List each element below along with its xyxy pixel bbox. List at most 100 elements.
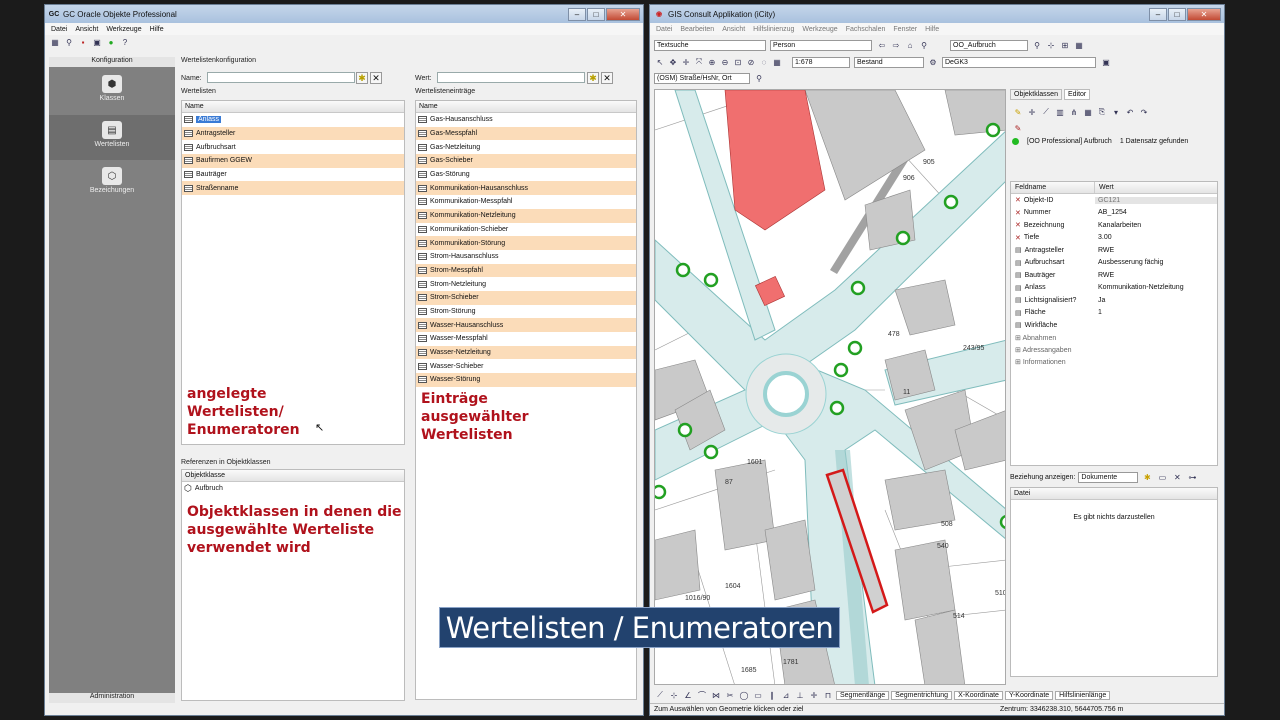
- snap-icon[interactable]: ⊹: [668, 689, 680, 701]
- textsuche-combo[interactable]: Textsuche: [654, 40, 766, 51]
- relation-combo[interactable]: Dokumente: [1078, 471, 1139, 483]
- settings-icon[interactable]: ⚙: [927, 56, 939, 68]
- tree-nodes-icon[interactable]: ⋔: [1068, 106, 1080, 118]
- col-feldname[interactable]: Feldname: [1011, 182, 1095, 193]
- col-wert[interactable]: Wert: [1095, 182, 1118, 193]
- property-row[interactable]: ▤ Lichtsignalisiert? Ja: [1011, 294, 1217, 307]
- osm-search-icon[interactable]: ⚲: [753, 72, 765, 84]
- group-informationen[interactable]: ⊞ Informationen: [1011, 356, 1217, 368]
- list-item[interactable]: Gas-Schieber: [416, 154, 636, 168]
- list-item[interactable]: Kommunikation-Störung: [416, 236, 636, 250]
- pan-icon[interactable]: ✥: [667, 56, 679, 68]
- list-item[interactable]: Kommunikation-Netzleitung: [416, 208, 636, 223]
- node-icon[interactable]: ✛: [1026, 106, 1038, 118]
- tree-icon[interactable]: ⚲: [63, 36, 75, 48]
- arrow-right-icon[interactable]: ⇨: [890, 39, 902, 51]
- query-icon[interactable]: ⚲: [1031, 39, 1043, 51]
- list-item[interactable]: Wasser-Messpfahl: [416, 332, 636, 346]
- move-icon[interactable]: ✛: [680, 56, 692, 68]
- list-item[interactable]: Anlass: [182, 113, 404, 127]
- list-item[interactable]: Antragsteller: [182, 126, 404, 141]
- list-item[interactable]: Aufbruchsart: [182, 140, 404, 154]
- arrow-left-icon[interactable]: ⇦: [876, 39, 888, 51]
- filter-icon[interactable]: ⊞: [1059, 39, 1071, 51]
- zoom-window-icon[interactable]: ⊡: [732, 56, 744, 68]
- crs-combo[interactable]: DeGK3: [942, 57, 1096, 68]
- menu-werkzeuge[interactable]: Werkzeuge: [106, 26, 141, 33]
- list-item[interactable]: Wasser-Netzleitung: [416, 345, 636, 360]
- list-item[interactable]: Gas-Hausanschluss: [416, 113, 636, 127]
- col-name-header-eintraege[interactable]: Name: [416, 101, 636, 113]
- property-value[interactable]: RWE: [1095, 272, 1217, 279]
- select-icon[interactable]: ⊹: [1045, 39, 1057, 51]
- star-icon[interactable]: ✱: [1141, 471, 1153, 483]
- close-button-right[interactable]: ✕: [1187, 7, 1221, 21]
- property-value[interactable]: RWE: [1095, 247, 1217, 254]
- list-item[interactable]: Kommunikation-Hausanschluss: [416, 181, 636, 196]
- menu-ansicht[interactable]: Ansicht: [75, 26, 98, 33]
- close-button[interactable]: ✕: [606, 7, 640, 21]
- menu-hilfe[interactable]: Hilfe: [150, 26, 164, 33]
- nav-item-klassen[interactable]: ⬢ Klassen: [49, 75, 175, 102]
- link-icon[interactable]: ⊶: [1186, 471, 1198, 483]
- list-item[interactable]: Kommunikation-Messpfahl: [416, 195, 636, 209]
- list-item[interactable]: ⬡ Aufbruch: [182, 482, 404, 496]
- group-adressangaben[interactable]: ⊞ Adressangaben: [1011, 344, 1217, 356]
- bestand-combo[interactable]: Bestand: [854, 57, 924, 68]
- property-row[interactable]: ▤ Anlass Kommunikation-Netzleitung: [1011, 282, 1217, 295]
- group-abnahmen[interactable]: ⊞ Abnahmen: [1011, 332, 1217, 344]
- property-row[interactable]: ▤ Antragsteller RWE: [1011, 244, 1217, 257]
- property-value[interactable]: 3.00: [1095, 234, 1217, 241]
- property-value[interactable]: Kommunikation-Netzleitung: [1095, 284, 1217, 291]
- zoom-out-icon[interactable]: ⊖: [719, 56, 731, 68]
- undo-icon[interactable]: ↶: [1124, 106, 1136, 118]
- refresh-map-icon[interactable]: ◌: [758, 56, 770, 68]
- tab-segmentrichtung[interactable]: Segmentrichtung: [891, 690, 953, 700]
- list-item[interactable]: Strom-Störung: [416, 305, 636, 319]
- minimize-button-right[interactable]: –: [1149, 7, 1167, 21]
- menu-werkzeuge-r[interactable]: Werkzeuge: [802, 26, 837, 33]
- menu-hilfe-r[interactable]: Hilfe: [925, 26, 939, 33]
- scale-combo[interactable]: 1:678: [792, 57, 850, 68]
- property-row[interactable]: ✕ Tiefe 3.00: [1011, 232, 1217, 245]
- left-titlebar[interactable]: GC GC Oracle Objekte Professional – □ ✕: [45, 5, 643, 23]
- property-value[interactable]: AB_1254: [1095, 209, 1217, 216]
- list-item[interactable]: Strom-Schieber: [416, 290, 636, 305]
- layers-icon[interactable]: ▦: [771, 56, 783, 68]
- right-titlebar[interactable]: ◉ GIS Consult Applikation (iCity) – □ ✕: [650, 5, 1224, 23]
- zoom-in-icon[interactable]: ⊕: [706, 56, 718, 68]
- redo-icon[interactable]: ↷: [1138, 106, 1150, 118]
- person-combo[interactable]: Person: [770, 40, 872, 51]
- attach-icon[interactable]: ✎: [1012, 122, 1024, 134]
- tab-x-koordinate[interactable]: X-Koordinate: [954, 690, 1003, 700]
- delete-icon[interactable]: ▪: [77, 36, 89, 48]
- list-item[interactable]: Gas-Netzleitung: [416, 140, 636, 154]
- tab-y-koordinate[interactable]: Y-Koordinate: [1004, 690, 1054, 700]
- property-value[interactable]: Ja: [1095, 297, 1217, 304]
- name-search-input[interactable]: [207, 72, 355, 83]
- rect-icon[interactable]: ▭: [752, 689, 764, 701]
- chart-icon[interactable]: ▥: [1054, 106, 1066, 118]
- list-item[interactable]: Bauträger: [182, 168, 404, 182]
- tab-editor[interactable]: Editor: [1063, 89, 1091, 100]
- clear-button[interactable]: ✕: [370, 72, 382, 84]
- aufbruch-combo[interactable]: OO_Aufbruch: [950, 40, 1028, 51]
- col-datei[interactable]: Datei: [1011, 488, 1217, 500]
- list-item[interactable]: Strom-Hausanschluss: [416, 250, 636, 264]
- home-icon[interactable]: ⌂: [904, 39, 916, 51]
- property-row[interactable]: ✕ Bezeichnung Kanalarbeiten: [1011, 219, 1217, 232]
- map-canvas[interactable]: 905 906 1601 1604 1016/90 1685 1781 478 …: [654, 89, 1006, 685]
- trim-icon[interactable]: ⊓: [822, 689, 834, 701]
- folder-icon[interactable]: ▭: [1156, 471, 1168, 483]
- property-row[interactable]: ✕ Objekt-ID GC121: [1011, 194, 1217, 207]
- edit-vertex-icon[interactable]: ⟋: [1040, 106, 1052, 118]
- menu-bearbeiten[interactable]: Bearbeiten: [680, 26, 714, 33]
- cut-icon[interactable]: ✂: [724, 689, 736, 701]
- save-icon[interactable]: ▣: [91, 36, 103, 48]
- minimize-button[interactable]: –: [568, 7, 586, 21]
- zoom-search-icon[interactable]: ⚲: [918, 39, 930, 51]
- property-row[interactable]: ▤ Wirkfläche: [1011, 319, 1217, 332]
- pencil-icon[interactable]: ✎: [1012, 106, 1024, 118]
- wert-clear-button[interactable]: ✕: [601, 72, 613, 84]
- property-value[interactable]: Kanalarbeiten: [1095, 222, 1217, 229]
